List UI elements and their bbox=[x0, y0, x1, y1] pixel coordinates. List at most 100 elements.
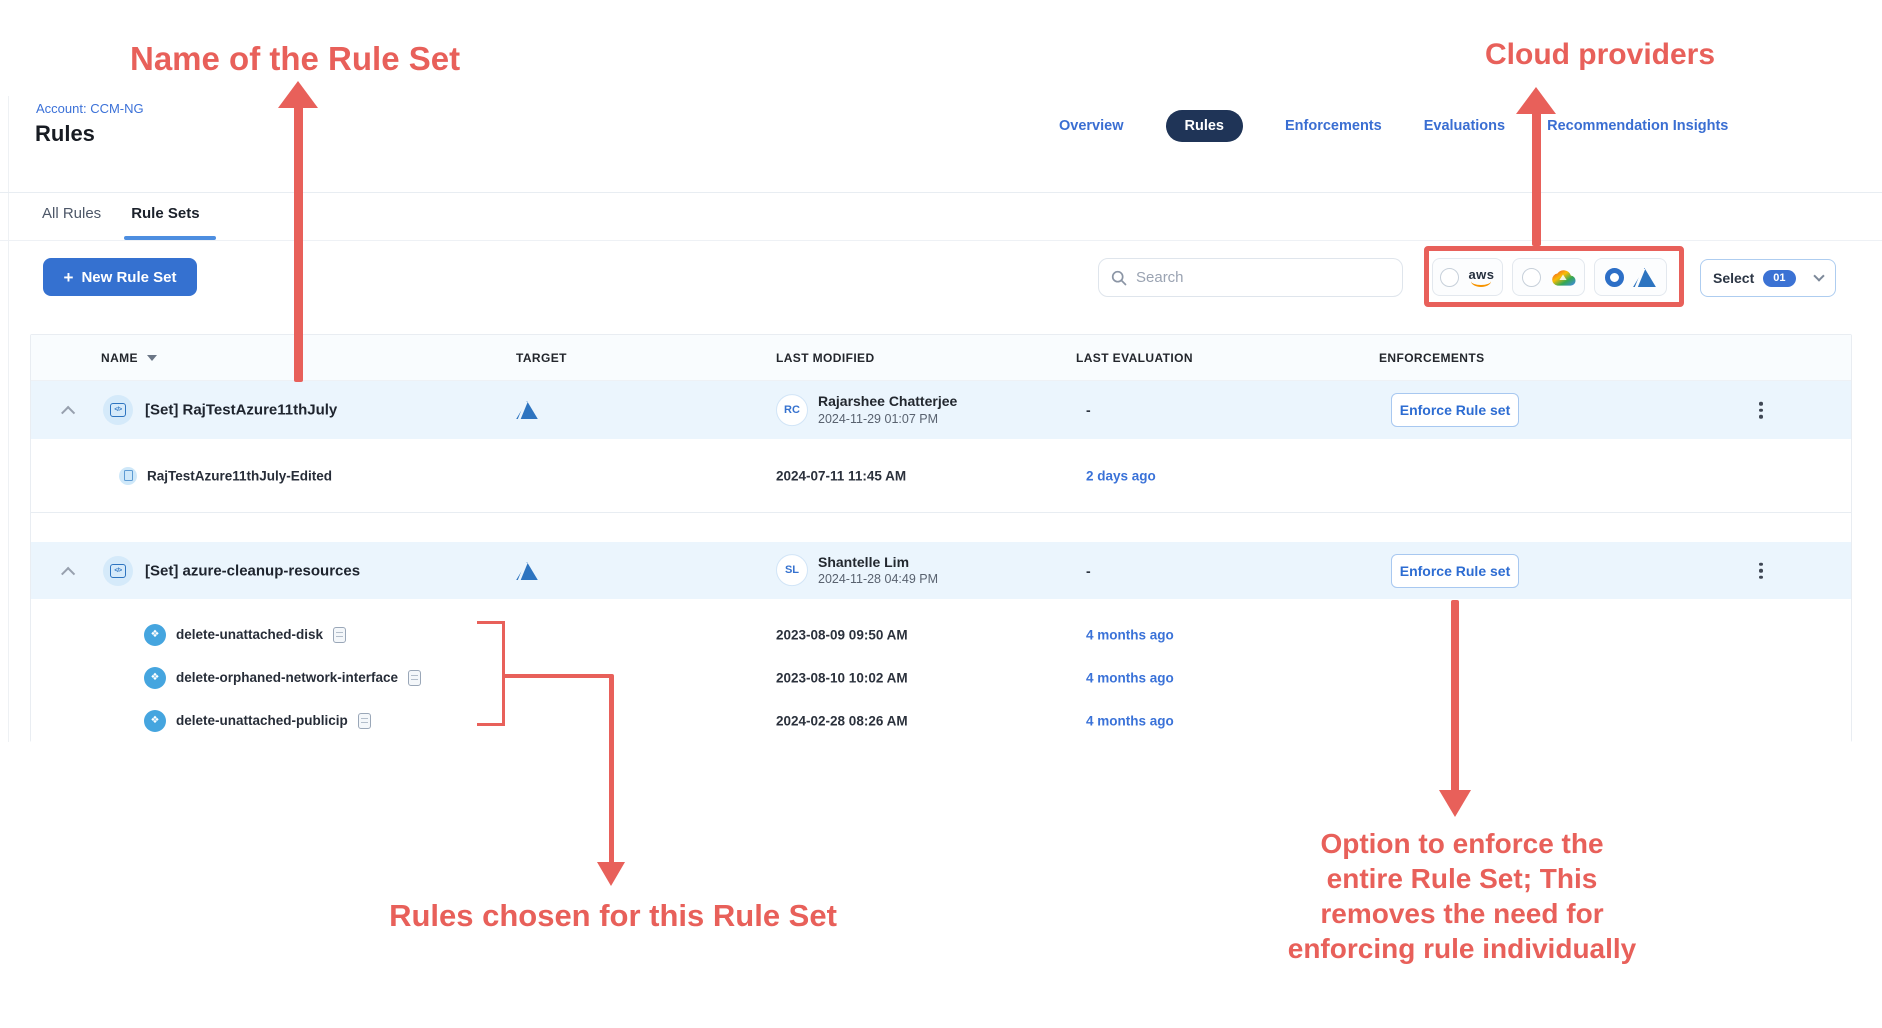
select-label: Select bbox=[1713, 270, 1754, 286]
gcp-icon bbox=[1550, 268, 1576, 287]
arrow-down-head bbox=[597, 862, 625, 886]
rule-last-evaluation-link[interactable]: 4 months ago bbox=[1086, 670, 1174, 685]
collapse-chevron-icon[interactable] bbox=[61, 566, 75, 580]
rule-set-row-2[interactable]: [Set] azure-cleanup-resources SL Shantel… bbox=[31, 542, 1851, 599]
provider-toggle-aws[interactable]: aws bbox=[1432, 258, 1503, 296]
azure-radio-selected[interactable] bbox=[1605, 268, 1624, 287]
rule-set-name[interactable]: [Set] RajTestAzure11thJuly bbox=[145, 402, 337, 419]
rule-last-modified: 2024-02-28 08:26 AM bbox=[776, 713, 908, 728]
enforce-rule-set-button[interactable]: Enforce Rule set bbox=[1391, 554, 1519, 588]
rule-row[interactable]: delete-orphaned-network-interface 2023-0… bbox=[31, 656, 1851, 699]
bracket-bottom bbox=[477, 723, 505, 726]
rule-icon bbox=[119, 467, 137, 485]
rule-set-name[interactable]: [Set] azure-cleanup-resources bbox=[145, 562, 360, 579]
rule-last-evaluation-link[interactable]: 2 days ago bbox=[1086, 468, 1156, 483]
column-header-enforcements: ENFORCEMENTS bbox=[1379, 351, 1484, 365]
rule-last-modified: 2023-08-10 10:02 AM bbox=[776, 670, 908, 685]
rule-last-modified: 2023-08-09 09:50 AM bbox=[776, 627, 908, 642]
azure-icon bbox=[1633, 268, 1656, 287]
plus-icon: + bbox=[64, 269, 74, 286]
sort-caret-icon bbox=[147, 355, 157, 361]
collapse-chevron-icon[interactable] bbox=[61, 406, 75, 420]
bracket-connector bbox=[502, 674, 612, 678]
azure-target-icon bbox=[516, 562, 538, 580]
tab-rule-sets[interactable]: Rule Sets bbox=[131, 205, 199, 222]
modified-by-cell: SL Shantelle Lim 2024-11-28 04:49 PM bbox=[776, 554, 938, 588]
column-header-last-evaluation: LAST EVALUATION bbox=[1076, 351, 1193, 365]
rule-set-icon bbox=[103, 556, 133, 586]
column-header-last-modified: LAST MODIFIED bbox=[776, 351, 875, 365]
avatar: SL bbox=[776, 555, 808, 587]
modified-by-name: Shantelle Lim bbox=[818, 554, 938, 572]
search-icon bbox=[1111, 270, 1127, 286]
nav-evaluations[interactable]: Evaluations bbox=[1424, 118, 1505, 134]
rule-set-row-1[interactable]: [Set] RajTestAzure11thJuly RC Rajarshee … bbox=[31, 381, 1851, 439]
gcp-radio[interactable] bbox=[1522, 268, 1541, 287]
rule-last-evaluation-link[interactable]: 4 months ago bbox=[1086, 713, 1174, 728]
bracket-top bbox=[477, 621, 505, 624]
column-header-target: TARGET bbox=[516, 351, 567, 365]
tabs-divider bbox=[0, 240, 1882, 241]
provider-toggle-gcp[interactable] bbox=[1512, 258, 1585, 296]
search-input[interactable] bbox=[1136, 269, 1390, 286]
provider-toggle-azure[interactable] bbox=[1594, 258, 1667, 296]
rule-row[interactable]: delete-unattached-publicip 2024-02-28 08… bbox=[31, 699, 1851, 742]
new-rule-set-label: New Rule Set bbox=[81, 269, 176, 286]
rule-name[interactable]: delete-unattached-disk bbox=[176, 627, 323, 642]
avatar: RC bbox=[776, 394, 808, 426]
select-count-badge: 01 bbox=[1763, 270, 1795, 287]
tab-bar: All Rules Rule Sets bbox=[42, 205, 200, 222]
copy-doc-icon[interactable] bbox=[358, 713, 371, 729]
copy-doc-icon[interactable] bbox=[408, 670, 421, 686]
header-divider bbox=[0, 192, 1882, 193]
select-dropdown[interactable]: Select 01 bbox=[1700, 259, 1836, 297]
search-box[interactable] bbox=[1098, 258, 1403, 297]
rule-row[interactable]: delete-unattached-disk 2023-08-09 09:50 … bbox=[31, 613, 1851, 656]
rule-name[interactable]: delete-orphaned-network-interface bbox=[176, 670, 398, 685]
nav-rules[interactable]: Rules bbox=[1166, 110, 1244, 142]
modified-by-name: Rajarshee Chatterjee bbox=[818, 393, 957, 411]
page-title: Rules bbox=[35, 121, 95, 147]
aws-radio[interactable] bbox=[1440, 268, 1459, 287]
rule-set-members: delete-unattached-disk 2023-08-09 09:50 … bbox=[31, 599, 1851, 742]
rule-last-evaluation-link[interactable]: 4 months ago bbox=[1086, 627, 1174, 642]
nav-recommendation-insights[interactable]: Recommendation Insights bbox=[1547, 118, 1728, 134]
aws-icon: aws bbox=[1468, 268, 1494, 287]
enforce-rule-set-button[interactable]: Enforce Rule set bbox=[1391, 393, 1519, 427]
kebab-menu-icon[interactable] bbox=[1755, 558, 1767, 583]
kebab-menu-icon[interactable] bbox=[1755, 398, 1767, 423]
nav-overview[interactable]: Overview bbox=[1059, 118, 1124, 134]
copy-doc-icon[interactable] bbox=[333, 627, 346, 643]
rule-icon bbox=[144, 624, 166, 646]
arrow-up-shaft bbox=[294, 105, 303, 382]
arrow-down-head bbox=[1439, 790, 1471, 817]
arrow-down-shaft bbox=[609, 674, 614, 864]
account-breadcrumb[interactable]: Account: CCM-NG bbox=[36, 101, 144, 116]
rule-icon bbox=[144, 710, 166, 732]
chevron-down-icon bbox=[1813, 270, 1824, 281]
rule-sets-table: NAME TARGET LAST MODIFIED LAST EVALUATIO… bbox=[30, 334, 1852, 742]
active-tab-underline bbox=[124, 236, 216, 240]
modified-at: 2024-11-28 04:49 PM bbox=[818, 571, 938, 587]
rule-icon bbox=[144, 667, 166, 689]
rule-row[interactable]: RajTestAzure11thJuly-Edited 2024-07-11 1… bbox=[31, 439, 1851, 513]
annotation-name-of-rule-set: Name of the Rule Set bbox=[130, 40, 460, 78]
rule-name[interactable]: delete-unattached-publicip bbox=[176, 713, 348, 728]
arrow-up-shaft bbox=[1532, 111, 1541, 246]
column-header-name[interactable]: NAME bbox=[101, 351, 157, 365]
nav-enforcements[interactable]: Enforcements bbox=[1285, 118, 1382, 134]
last-evaluation-value: - bbox=[1086, 563, 1091, 579]
rule-last-modified: 2024-07-11 11:45 AM bbox=[776, 468, 906, 483]
arrow-up-head bbox=[1516, 87, 1556, 114]
last-evaluation-value: - bbox=[1086, 402, 1091, 418]
rules-page: Account: CCM-NG Rules Overview Rules Enf… bbox=[0, 0, 1882, 1028]
modified-at: 2024-11-29 01:07 PM bbox=[818, 411, 957, 427]
annotation-enforce-note: Option to enforce the entire Rule Set; T… bbox=[1268, 826, 1656, 966]
rule-set-icon bbox=[103, 395, 133, 425]
arrow-up-head bbox=[278, 81, 318, 108]
new-rule-set-button[interactable]: + New Rule Set bbox=[43, 258, 197, 296]
top-nav: Overview Rules Enforcements Evaluations … bbox=[1059, 105, 1728, 147]
azure-target-icon bbox=[516, 401, 538, 419]
rule-name[interactable]: RajTestAzure11thJuly-Edited bbox=[147, 468, 332, 483]
tab-all-rules[interactable]: All Rules bbox=[42, 205, 101, 222]
